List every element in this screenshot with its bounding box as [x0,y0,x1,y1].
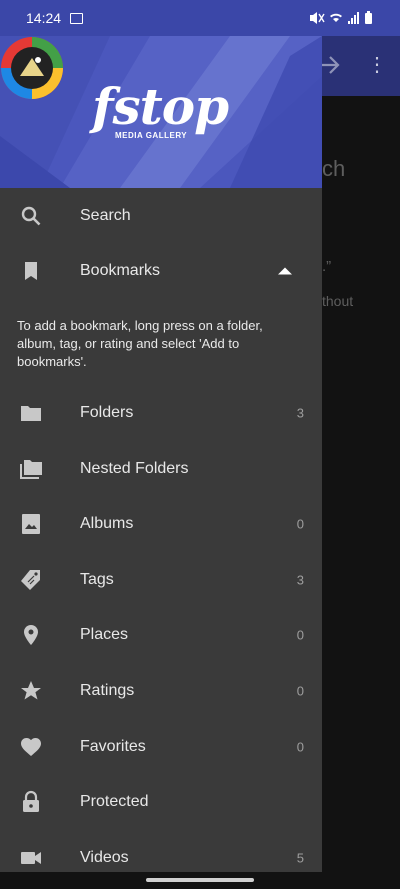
album-icon [22,514,40,535]
menu-item-label: Protected [80,793,149,811]
fstop-logo-icon [1,37,63,99]
place-icon [24,625,38,646]
status-time: 14:24 [26,10,62,26]
collapse-caret-icon[interactable] [278,267,292,275]
drawer-menu: Search Bookmarks To add a bookmark, long… [0,188,322,886]
status-icons [310,11,372,24]
drawer-header: fstop MEDIA GALLERY [0,36,322,188]
tag-icon [21,569,40,590]
menu-item-folders[interactable]: Folders 3 [0,385,322,441]
item-count: 5 [296,850,304,866]
item-count: 0 [296,739,304,755]
nested-folder-icon [20,459,42,479]
background-text: ch [322,156,346,181]
menu-item-albums[interactable]: Albums 0 [0,496,322,552]
menu-item-tags[interactable]: Tags 3 [0,552,322,608]
background-text: .” [322,258,332,275]
menu-item-label: Bookmarks [80,262,161,280]
item-count: 3 [296,572,304,588]
home-gesture-bar[interactable] [146,878,254,882]
menu-item-protected[interactable]: Protected [0,774,322,830]
menu-item-favorites[interactable]: Favorites 0 [0,719,322,775]
menu-item-label: Albums [80,515,134,533]
more-options-icon[interactable]: ⋮ [367,52,387,80]
menu-item-places[interactable]: Places 0 [0,608,322,664]
background-text: thout [322,293,354,309]
menu-item-label: Search [80,206,131,224]
menu-item-search[interactable]: Search [0,188,322,244]
folder-icon [21,405,41,421]
menu-item-label: Tags [80,570,114,588]
menu-item-ratings[interactable]: Ratings 0 [0,663,322,719]
search-icon [21,206,41,226]
navigation-drawer: fstop MEDIA GALLERY Search Bookmarks To … [0,36,322,872]
menu-item-label: Folders [80,403,134,421]
video-icon [21,851,41,864]
menu-item-bookmarks[interactable]: Bookmarks [0,244,322,300]
item-count: 0 [296,516,304,532]
bookmark-icon [25,262,37,281]
item-count: 3 [296,405,304,421]
heart-icon [21,737,41,756]
app-logo-subtitle: MEDIA GALLERY [115,131,188,140]
menu-item-label: Ratings [80,681,135,699]
menu-item-nested-folders[interactable]: Nested Folders [0,441,322,497]
status-bar: 14:24 [0,0,400,36]
menu-item-label: Favorites [80,737,146,755]
star-icon [21,680,41,700]
gallery-notification-icon [70,13,83,24]
lock-icon [23,791,39,813]
app-logo-text: fstop [92,77,229,136]
item-count: 0 [296,683,304,699]
item-count: 0 [296,627,304,643]
menu-item-label: Places [80,626,129,644]
menu-item-label: Nested Folders [80,459,189,477]
menu-item-label: Videos [80,848,129,866]
bookmark-hint-text: To add a bookmark, long press on a folde… [17,318,263,370]
